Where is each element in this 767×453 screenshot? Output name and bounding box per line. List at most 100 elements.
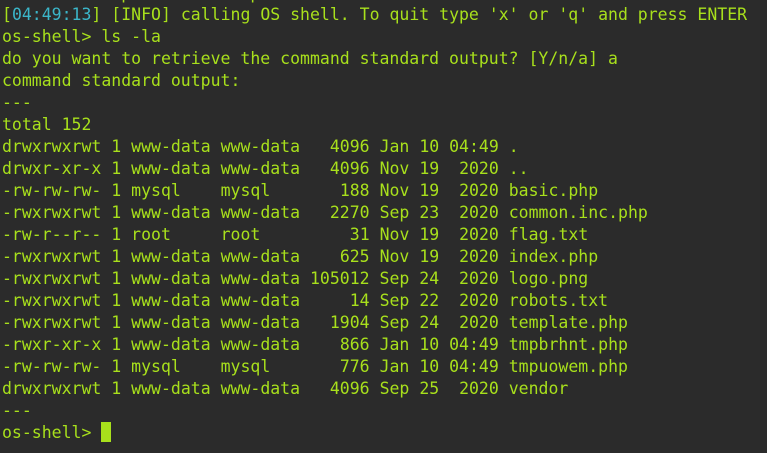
file-month: Sep	[379, 379, 410, 398]
file-owner: www-data	[131, 269, 211, 288]
file-links: 1	[111, 357, 122, 376]
file-perms: -rw-r--r--	[2, 225, 102, 244]
file-day: 10	[419, 137, 440, 156]
file-name: robots.txt	[508, 291, 609, 310]
file-time: 2020	[459, 379, 499, 398]
file-links: 1	[111, 181, 122, 200]
file-size: 1904	[329, 313, 370, 332]
separator-bottom: ---	[2, 401, 32, 420]
log-level-open: [	[101, 5, 122, 24]
file-name: index.php	[508, 247, 599, 266]
file-time: 04:49	[449, 137, 499, 156]
file-group: root	[220, 225, 261, 244]
file-day: 19	[419, 159, 440, 178]
file-name: basic.php	[508, 181, 599, 200]
file-links: 1	[111, 247, 122, 266]
file-time: 2020	[459, 159, 499, 178]
retrieve-question: do you want to retrieve the command stan…	[2, 49, 618, 68]
listing-row: -rw-rw-rw- 1 mysql mysql 188 Nov 19 2020…	[2, 180, 767, 202]
file-size: 105012	[310, 269, 370, 288]
file-month: Jan	[379, 335, 410, 354]
file-day: 10	[419, 335, 440, 354]
listing-row: -rw-r--r-- 1 root root 31 Nov 19 2020 fl…	[2, 224, 767, 246]
directory-listing: drwxrwxrwt 1 www-data www-data 4096 Jan …	[2, 136, 767, 400]
file-month: Sep	[379, 269, 410, 288]
file-links: 1	[111, 313, 122, 332]
file-time: 04:49	[449, 335, 499, 354]
file-day: 10	[419, 357, 440, 376]
file-perms: -rwxrwxrwt	[2, 269, 102, 288]
file-group: www-data	[220, 137, 301, 156]
file-name: vendor	[508, 379, 569, 398]
file-name: tmpbrhnt.php	[508, 335, 628, 354]
listing-row: -rwxrwxrwt 1 www-data www-data 625 Nov 1…	[2, 246, 767, 268]
file-name: logo.png	[508, 269, 589, 288]
file-size: 866	[339, 335, 370, 354]
file-day: 19	[419, 225, 440, 244]
listing-row: -rw-rw-rw- 1 mysql mysql 776 Jan 10 04:4…	[2, 356, 767, 378]
file-links: 1	[111, 291, 122, 310]
file-size: 625	[339, 247, 370, 266]
file-group: www-data	[220, 335, 301, 354]
log-line: [04:49:13] [INFO] calling OS shell. To q…	[2, 4, 767, 26]
file-month: Nov	[379, 247, 410, 266]
file-day: 23	[419, 203, 440, 222]
file-day: 19	[419, 247, 440, 266]
listing-row: -rwxrwxrwt 1 www-data www-data 14 Sep 22…	[2, 290, 767, 312]
file-group: www-data	[220, 247, 301, 266]
file-size: 776	[339, 357, 370, 376]
file-month: Nov	[379, 181, 410, 200]
file-perms: -rwxrwxrwt	[2, 247, 102, 266]
file-perms: drwxrwxrwt	[2, 137, 102, 156]
file-group: www-data	[220, 379, 301, 398]
file-time: 2020	[459, 203, 499, 222]
file-perms: drwxrwxrwt	[2, 379, 102, 398]
file-name: ..	[508, 159, 529, 178]
listing-row: drwxr-xr-x 1 www-data www-data 4096 Nov …	[2, 158, 767, 180]
file-perms: -rwxr-xr-x	[2, 335, 102, 354]
output-header: command standard output:	[2, 71, 241, 90]
file-owner: mysql	[131, 357, 181, 376]
separator-top: ---	[2, 93, 32, 112]
file-size: 188	[339, 181, 370, 200]
file-group: www-data	[220, 203, 301, 222]
file-day: 25	[419, 379, 440, 398]
file-day: 22	[419, 291, 440, 310]
file-month: Sep	[379, 291, 410, 310]
log-level: INFO	[121, 5, 161, 24]
listing-row: drwxrwxrwt 1 www-data www-data 4096 Sep …	[2, 378, 767, 400]
file-name: common.inc.php	[508, 203, 648, 222]
log-level-close: ]	[160, 5, 171, 24]
file-owner: www-data	[131, 203, 211, 222]
file-day: 24	[419, 313, 440, 332]
file-day: 19	[419, 181, 440, 200]
total-line: total 152	[2, 115, 92, 134]
file-perms: -rw-rw-rw-	[2, 181, 102, 200]
file-month: Jan	[379, 357, 410, 376]
file-time: 2020	[459, 291, 499, 310]
prompt-line[interactable]: os-shell>	[2, 422, 767, 444]
file-name: template.php	[508, 313, 628, 332]
file-size: 4096	[329, 159, 370, 178]
command-line: os-shell> ls -la	[2, 27, 161, 46]
listing-row: -rwxr-xr-x 1 www-data www-data 866 Jan 1…	[2, 334, 767, 356]
file-owner: www-data	[131, 137, 211, 156]
file-size: 14	[349, 291, 370, 310]
file-month: Nov	[379, 159, 410, 178]
file-group: mysql	[220, 181, 271, 200]
file-month: Sep	[379, 313, 410, 332]
file-time: 04:49	[449, 357, 499, 376]
file-owner: www-data	[131, 335, 211, 354]
log-message: calling OS shell. To quit type 'x' or 'q…	[170, 5, 748, 24]
terminal-window[interactable]: p p [04:49:13] [INFO] calling OS shell. …	[0, 0, 767, 453]
file-owner: mysql	[131, 181, 181, 200]
file-group: www-data	[220, 159, 301, 178]
log-bracket-open: [	[2, 5, 12, 24]
file-perms: drwxr-xr-x	[2, 159, 102, 178]
file-links: 1	[111, 225, 122, 244]
file-owner: www-data	[131, 379, 211, 398]
file-links: 1	[111, 379, 122, 398]
file-perms: -rwxrwxrwt	[2, 313, 102, 332]
file-size: 4096	[329, 379, 370, 398]
file-links: 1	[111, 203, 122, 222]
